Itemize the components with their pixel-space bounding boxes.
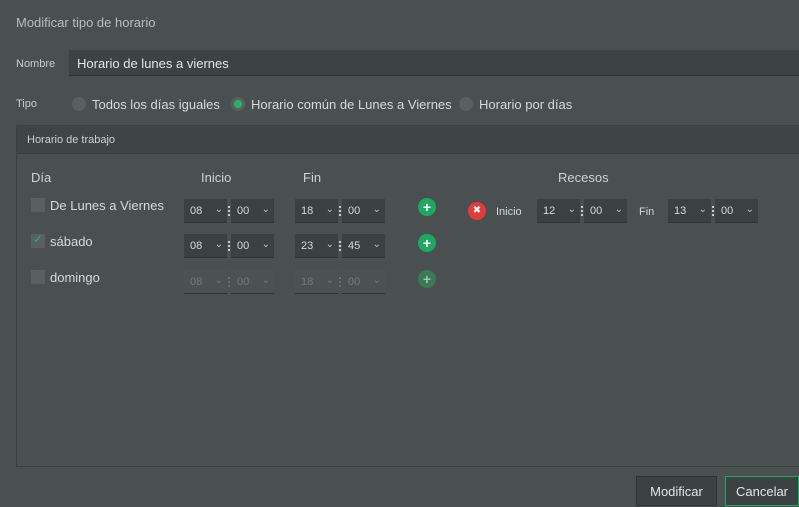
col-header-dia: Día xyxy=(31,170,52,185)
receso-inicio-minute-select[interactable]: 00 ⌄ xyxy=(584,199,627,223)
checkbox-lunes-viernes[interactable] xyxy=(31,198,45,212)
time-separator xyxy=(228,241,230,251)
select-value: 12 xyxy=(543,205,556,217)
panel-title: Horario de trabajo xyxy=(27,134,116,146)
time-separator xyxy=(712,206,714,216)
fin-minute-select: 00 ⌄ xyxy=(342,270,385,294)
time-separator xyxy=(339,277,341,287)
select-value: 00 xyxy=(237,205,250,217)
day-row-lunes-viernes[interactable]: De Lunes a Viernes xyxy=(31,195,164,215)
nombre-input[interactable]: Horario de lunes a viernes xyxy=(69,50,799,76)
chevron-down-icon: ⌄ xyxy=(214,239,223,250)
add-receso-icon[interactable]: + xyxy=(418,198,436,216)
select-value: 08 xyxy=(190,276,203,288)
receso-fin-label: Fin xyxy=(639,206,655,218)
receso-fin-minute-select[interactable]: 00 ⌄ xyxy=(715,199,758,223)
fin-minute-select[interactable]: 45 ⌄ xyxy=(342,234,385,258)
chevron-down-icon: ⌄ xyxy=(372,275,381,286)
select-value: 18 xyxy=(301,276,314,288)
tipo-label: Tipo xyxy=(16,98,37,110)
day-label: domingo xyxy=(50,269,100,285)
day-row-domingo[interactable]: domingo xyxy=(31,267,100,287)
time-separator xyxy=(581,206,583,216)
tipo-option-label: Horario por días xyxy=(479,96,573,112)
modify-button[interactable]: Modificar xyxy=(636,476,717,506)
fin-hour-select[interactable]: 18 ⌄ xyxy=(295,199,338,223)
tipo-option-por-dias[interactable]: Horario por días xyxy=(459,96,572,112)
day-label: sábado xyxy=(50,233,93,249)
nombre-value: Horario de lunes a viernes xyxy=(77,56,229,71)
chevron-down-icon: ⌄ xyxy=(745,204,754,215)
time-separator xyxy=(228,206,230,216)
tipo-option-todos[interactable]: Todos los días iguales xyxy=(72,96,220,112)
chevron-down-icon: ⌄ xyxy=(325,275,334,286)
checkbox-domingo[interactable] xyxy=(31,270,45,284)
time-separator xyxy=(339,206,341,216)
panel-header: Horario de trabajo xyxy=(17,126,799,154)
chevron-down-icon: ⌄ xyxy=(567,204,576,215)
tipo-option-label: Todos los días iguales xyxy=(92,96,220,112)
radio-todos[interactable] xyxy=(72,97,86,111)
select-value: 00 xyxy=(237,276,250,288)
inicio-hour-select[interactable]: 08 ⌄ xyxy=(184,199,227,223)
remove-receso-icon[interactable]: ✖ xyxy=(468,202,486,220)
receso-inicio-hour-select[interactable]: 12 ⌄ xyxy=(537,199,580,223)
select-value: 00 xyxy=(590,205,603,217)
chevron-down-icon: ⌄ xyxy=(698,204,707,215)
add-receso-icon: + xyxy=(418,270,436,288)
time-separator xyxy=(228,277,230,287)
chevron-down-icon: ⌄ xyxy=(261,275,270,286)
select-value: 18 xyxy=(301,205,314,217)
time-separator xyxy=(339,241,341,251)
receso-inicio-label: Inicio xyxy=(496,206,522,218)
col-header-inicio: Inicio xyxy=(201,170,232,185)
horario-trabajo-panel: Horario de trabajo Día Inicio Fin Receso… xyxy=(16,125,799,467)
inicio-minute-select[interactable]: 00 ⌄ xyxy=(231,234,274,258)
cancel-button[interactable]: Cancelar xyxy=(725,476,799,506)
chevron-down-icon: ⌄ xyxy=(261,204,270,215)
receso-fin-hour-select[interactable]: 13 ⌄ xyxy=(668,199,711,223)
chevron-down-icon: ⌄ xyxy=(372,204,381,215)
chevron-down-icon: ⌄ xyxy=(261,239,270,250)
chevron-down-icon: ⌄ xyxy=(372,239,381,250)
inicio-minute-select: 00 ⌄ xyxy=(231,270,274,294)
chevron-down-icon: ⌄ xyxy=(214,204,223,215)
chevron-down-icon: ⌄ xyxy=(614,204,623,215)
select-value: 00 xyxy=(348,276,361,288)
inicio-hour-select[interactable]: 08 ⌄ xyxy=(184,234,227,258)
radio-por-dias[interactable] xyxy=(459,97,473,111)
select-value: 13 xyxy=(674,205,687,217)
tipo-option-label: Horario común de Lunes a Viernes xyxy=(251,96,452,112)
tipo-option-lunes-viernes[interactable]: Horario común de Lunes a Viernes xyxy=(231,96,452,112)
select-value: 00 xyxy=(348,205,361,217)
dialog-title-bar: Modificar tipo de horario xyxy=(0,0,799,40)
inicio-minute-select[interactable]: 00 ⌄ xyxy=(231,199,274,223)
select-value: 45 xyxy=(348,240,361,252)
dialog-title: Modificar tipo de horario xyxy=(16,15,156,30)
chevron-down-icon: ⌄ xyxy=(325,239,334,250)
chevron-down-icon: ⌄ xyxy=(214,275,223,286)
select-value: 08 xyxy=(190,240,203,252)
radio-lunes-viernes[interactable] xyxy=(231,97,245,111)
fin-hour-select: 18 ⌄ xyxy=(295,270,338,294)
add-receso-icon[interactable]: + xyxy=(418,234,436,252)
select-value: 00 xyxy=(721,205,734,217)
select-value: 23 xyxy=(301,240,314,252)
inicio-hour-select: 08 ⌄ xyxy=(184,270,227,294)
day-label: De Lunes a Viernes xyxy=(50,197,164,213)
fin-hour-select[interactable]: 23 ⌄ xyxy=(295,234,338,258)
fin-minute-select[interactable]: 00 ⌄ xyxy=(342,199,385,223)
select-value: 00 xyxy=(237,240,250,252)
day-row-sabado[interactable]: sábado xyxy=(31,231,93,251)
select-value: 08 xyxy=(190,205,203,217)
col-header-recesos: Recesos xyxy=(558,170,609,185)
checkbox-sabado[interactable] xyxy=(31,232,45,248)
chevron-down-icon: ⌄ xyxy=(325,204,334,215)
nombre-label: Nombre xyxy=(16,58,56,70)
col-header-fin: Fin xyxy=(303,170,322,185)
